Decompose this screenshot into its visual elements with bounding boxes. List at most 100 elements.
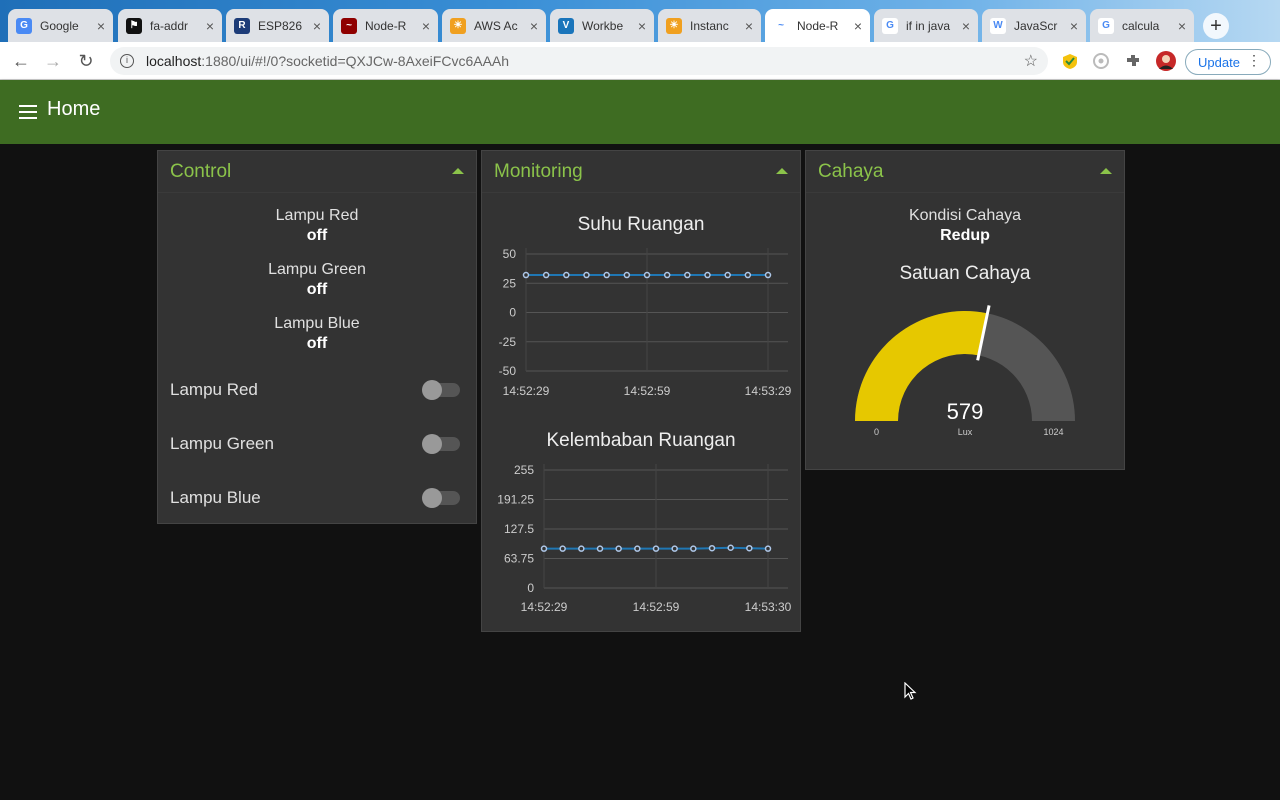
switch-knob[interactable] xyxy=(422,380,442,400)
profile-avatar[interactable] xyxy=(1156,51,1176,71)
group-header[interactable]: Control xyxy=(158,151,476,193)
address-bar[interactable]: i localhost:1880/ui/#!/0?socketid=QXJCw-… xyxy=(110,47,1048,75)
extension-icon-grey[interactable] xyxy=(1092,52,1110,70)
browser-tab[interactable]: Gif in java × xyxy=(874,9,978,42)
dashboard-header: Home xyxy=(0,80,1280,144)
tab-label: AWS Ac xyxy=(474,18,518,33)
y-tick-label: 255 xyxy=(514,463,534,477)
tab-close-icon[interactable]: × xyxy=(854,18,862,34)
browser-tab[interactable]: G Google × xyxy=(8,9,113,42)
data-point xyxy=(522,271,530,279)
tab-favicon-icon: V xyxy=(558,17,574,34)
switch-row-blue[interactable]: Lampu Blue xyxy=(158,484,476,514)
tab-close-icon[interactable]: × xyxy=(638,18,646,34)
update-label: Update xyxy=(1198,54,1240,70)
switch-label: Lampu Red xyxy=(170,380,258,399)
switch-row-red[interactable]: Lampu Red xyxy=(158,376,476,406)
x-tick-label: 14:52:29 xyxy=(503,384,550,398)
data-point xyxy=(583,271,590,279)
browser-tab[interactable]: V Workbe × xyxy=(550,9,654,42)
tab-label: Node-R xyxy=(797,18,839,33)
group-title: Cahaya xyxy=(818,161,884,182)
tab-close-icon[interactable]: × xyxy=(313,18,321,34)
browser-tab[interactable]: ☀ Instanc × xyxy=(658,9,761,42)
data-point xyxy=(559,545,566,552)
browser-tab[interactable]: ~ Node-R × xyxy=(765,9,870,42)
reload-icon[interactable]: ↻ xyxy=(75,50,97,72)
data-point xyxy=(623,271,631,279)
gauge-units: Lux xyxy=(958,427,973,437)
text-value: off xyxy=(306,335,328,352)
chart-title: Kelembaban Ruangan xyxy=(546,430,736,451)
switch-knob[interactable] xyxy=(422,488,442,508)
forward-icon[interactable]: → xyxy=(42,50,64,72)
collapse-icon[interactable] xyxy=(1100,168,1112,174)
tab-close-icon[interactable]: × xyxy=(206,18,214,34)
data-point xyxy=(690,545,697,552)
x-tick-label: 14:53:29 xyxy=(745,384,792,398)
chart-kelembaban-ruangan: 255 191.25 127.5 63.75 0 14:52:29 14:52:59 14:5… xyxy=(497,463,791,614)
browser-tab[interactable]: ⚑ fa-addr × xyxy=(118,9,222,42)
switch-knob[interactable] xyxy=(422,434,442,454)
data-point xyxy=(634,545,641,552)
text-label: Lampu Green xyxy=(268,261,366,278)
new-tab-button[interactable]: + xyxy=(1203,13,1229,39)
y-tick-label: 25 xyxy=(503,276,517,290)
page-title: Home xyxy=(47,98,101,120)
tab-favicon-icon: ~ xyxy=(773,17,789,34)
site-info-icon[interactable]: i xyxy=(120,54,134,68)
chart-title: Suhu Ruangan xyxy=(577,214,705,235)
star-icon[interactable]: ☆ xyxy=(1024,51,1038,71)
browser-tab[interactable]: W JavaScr × xyxy=(982,9,1086,42)
tab-close-icon[interactable]: × xyxy=(962,18,970,34)
switch-lampu-red[interactable] xyxy=(422,380,460,400)
tab-label: JavaScr xyxy=(1014,18,1058,33)
switch-label: Lampu Blue xyxy=(170,488,261,507)
tab-label: Node-R xyxy=(365,18,407,33)
x-tick-label: 14:52:59 xyxy=(633,600,680,614)
data-point xyxy=(764,271,772,279)
collapse-icon[interactable] xyxy=(776,168,788,174)
tab-close-icon[interactable]: × xyxy=(1070,18,1078,34)
group-monitoring: Monitoring Suhu Ruangan 50 25 0 -25 -50 14:52… xyxy=(481,150,801,632)
tab-favicon-icon: ~ xyxy=(341,17,357,34)
text-lampu-green: Lampu Green off xyxy=(158,261,476,299)
tab-close-icon[interactable]: × xyxy=(97,18,105,34)
tab-label: Instanc xyxy=(690,18,729,33)
browser-tab[interactable]: Gcalcula × xyxy=(1090,9,1194,42)
group-header[interactable]: Cahaya xyxy=(806,151,1124,193)
group-header[interactable]: Monitoring xyxy=(482,151,800,193)
switch-lampu-green[interactable] xyxy=(422,434,460,454)
data-point xyxy=(663,271,671,279)
tab-close-icon[interactable]: × xyxy=(1178,18,1186,34)
collapse-icon[interactable] xyxy=(452,168,464,174)
tab-close-icon[interactable]: × xyxy=(745,18,753,34)
extension-check-icon[interactable] xyxy=(1061,52,1079,70)
switch-row-green[interactable]: Lampu Green xyxy=(158,430,476,460)
update-button[interactable]: Update ⋮ xyxy=(1185,49,1271,75)
text-lampu-red: Lampu Red off xyxy=(158,207,476,245)
gauge-satuan-cahaya: 579 Lux 0 1024 xyxy=(855,305,1075,437)
url-host: localhost xyxy=(146,53,202,69)
hamburger-menu-icon[interactable] xyxy=(19,105,37,119)
tab-close-icon[interactable]: × xyxy=(530,18,538,34)
browser-tab[interactable]: ~ Node-R × xyxy=(333,9,438,42)
y-tick-label: 63.75 xyxy=(504,552,534,566)
extension-icon[interactable] xyxy=(1124,52,1142,70)
tab-favicon-icon: ⚑ xyxy=(126,17,142,34)
data-point xyxy=(727,544,734,551)
data-point xyxy=(563,271,570,279)
switch-lampu-blue[interactable] xyxy=(422,488,460,508)
browser-tab[interactable]: ☀ AWS Ac × xyxy=(442,9,546,42)
mouse-cursor-icon xyxy=(904,682,917,700)
menu-dots-icon[interactable]: ⋮ xyxy=(1247,52,1261,69)
group-title: Control xyxy=(170,161,232,182)
text-kondisi-cahaya: Kondisi Cahaya Redup xyxy=(806,207,1124,245)
text-value: off xyxy=(306,281,328,298)
browser-tab[interactable]: R ESP826 × xyxy=(226,9,329,42)
text-label: Lampu Red xyxy=(275,207,359,224)
back-icon[interactable]: ← xyxy=(10,50,32,72)
data-point xyxy=(746,544,753,552)
tab-close-icon[interactable]: × xyxy=(422,18,430,34)
gauge-title: Satuan Cahaya xyxy=(899,263,1031,284)
